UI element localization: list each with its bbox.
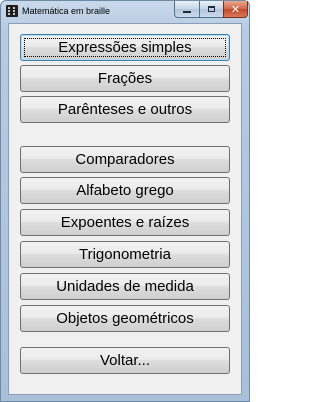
- title-bar[interactable]: Matemática em braille ✕: [1, 1, 249, 23]
- comparadores-label: Comparadores: [75, 151, 175, 168]
- trigonometria-label: Trigonometria: [79, 246, 171, 263]
- minimize-icon: [183, 11, 191, 13]
- fracoes-button[interactable]: Frações: [20, 65, 230, 92]
- parenteses-e-outros-button[interactable]: Parênteses e outros: [20, 96, 230, 123]
- menu-panel: Expressões simples Frações Parênteses e …: [8, 23, 242, 395]
- expoentes-e-raizes-label: Expoentes e raízes: [60, 214, 190, 231]
- parenteses-e-outros-label: Parênteses e outros: [57, 101, 193, 118]
- objetos-geometricos-button[interactable]: Objetos geométricos: [20, 305, 230, 332]
- close-button[interactable]: ✕: [223, 1, 248, 18]
- expoentes-e-raizes-button[interactable]: Expoentes e raízes: [20, 209, 230, 236]
- minimize-button[interactable]: [174, 1, 199, 18]
- expressoes-simples-label: Expressões simples: [58, 39, 192, 56]
- unidades-de-medida-button[interactable]: Unidades de medida: [20, 273, 230, 300]
- fracoes-label: Frações: [97, 70, 153, 87]
- close-icon: ✕: [230, 2, 241, 16]
- maximize-icon: [208, 6, 215, 12]
- comparadores-button[interactable]: Comparadores: [20, 146, 230, 173]
- voltar-label: Voltar...: [99, 352, 151, 369]
- braille-app-icon[interactable]: [6, 5, 18, 17]
- trigonometria-button[interactable]: Trigonometria: [20, 241, 230, 268]
- alfabeto-grego-button[interactable]: Alfabeto grego: [20, 177, 230, 204]
- window-title: Matemática em braille: [22, 6, 111, 16]
- objetos-geometricos-label: Objetos geométricos: [56, 310, 194, 327]
- voltar-button[interactable]: Voltar...: [20, 347, 230, 374]
- app-window: Matemática em braille ✕ Expressões simpl…: [0, 0, 250, 402]
- caption-buttons: ✕: [174, 1, 248, 19]
- expressoes-simples-button[interactable]: Expressões simples: [20, 34, 230, 61]
- unidades-de-medida-label: Unidades de medida: [56, 278, 194, 295]
- maximize-button[interactable]: [199, 1, 223, 18]
- alfabeto-grego-label: Alfabeto grego: [76, 182, 174, 199]
